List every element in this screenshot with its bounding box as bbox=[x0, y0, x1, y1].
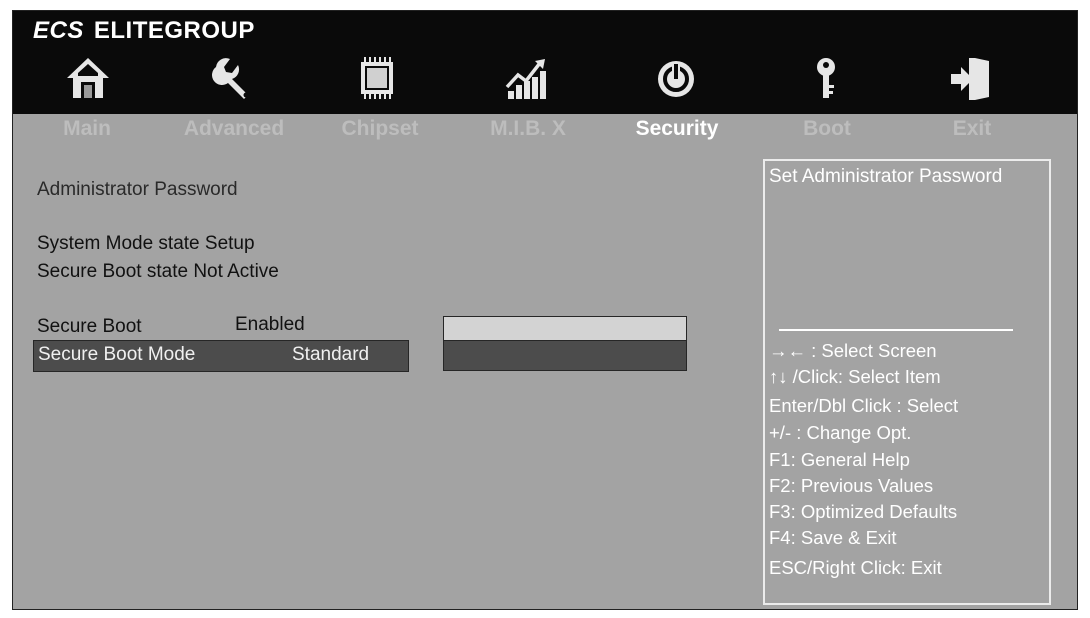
secure-boot-state-row: Secure Boot state Not Active bbox=[37, 261, 279, 283]
hint-select-item: ↑↓ /Click: Select Item bbox=[769, 366, 941, 387]
hint-optimized-defaults: F3: Optimized Defaults bbox=[769, 501, 958, 522]
brand-name: ELITEGROUP bbox=[93, 17, 255, 44]
secure-boot-mode-label: Secure Boot Mode bbox=[38, 344, 196, 365]
wrench-icon[interactable] bbox=[210, 55, 256, 101]
hint-save-exit: F4: Save & Exit bbox=[769, 527, 897, 548]
chip-icon[interactable] bbox=[354, 55, 400, 101]
option-box-light bbox=[443, 316, 687, 341]
hint-select-screen: →← : Select Screen bbox=[769, 340, 937, 361]
hint-general-help: F1: General Help bbox=[769, 449, 910, 470]
tab-mib-x[interactable]: M.I.B. X bbox=[490, 114, 566, 144]
hint-esc-exit: ESC/Right Click: Exit bbox=[769, 557, 942, 578]
secure-boot-state-label: Secure Boot state bbox=[37, 261, 189, 282]
tab-strip: Main Advanced Chipset M.I.B. X Security … bbox=[13, 114, 1077, 144]
power-icon[interactable] bbox=[653, 55, 699, 101]
exit-icon[interactable] bbox=[947, 55, 993, 101]
system-mode-row: System Mode state Setup bbox=[37, 233, 255, 255]
brand-logo: ECS ELITEGROUP bbox=[33, 17, 255, 45]
tab-main[interactable]: Main bbox=[63, 114, 111, 144]
hint-change-option: +/- : Change Opt. bbox=[769, 422, 912, 443]
performance-chart-icon[interactable] bbox=[504, 55, 550, 101]
secure-boot-value[interactable]: Enabled bbox=[235, 314, 305, 336]
system-mode-value: Setup bbox=[204, 233, 255, 254]
top-menu-bar: ECS ELITEGROUP bbox=[13, 11, 1077, 114]
tab-chipset[interactable]: Chipset bbox=[341, 114, 418, 144]
bios-window: ECS ELITEGROUP Main Advanced Chipset M.I… bbox=[12, 10, 1078, 610]
tab-exit[interactable]: Exit bbox=[953, 114, 992, 144]
hint-select: Enter/Dbl Click : Select bbox=[769, 395, 959, 416]
system-mode-label: System Mode state bbox=[37, 233, 200, 254]
secure-boot-mode-value[interactable]: Standard bbox=[292, 344, 369, 366]
home-icon[interactable] bbox=[65, 55, 111, 101]
secure-boot-label: Secure Boot bbox=[37, 316, 142, 337]
ecs-logo: ECS bbox=[33, 17, 84, 44]
help-divider bbox=[779, 329, 1013, 331]
help-title: Set Administrator Password bbox=[769, 166, 1003, 187]
secure-boot-state-value: Not Active bbox=[193, 261, 279, 282]
tab-boot[interactable]: Boot bbox=[803, 114, 851, 144]
option-box-dark bbox=[443, 340, 687, 371]
secure-boot-mode-row[interactable]: Secure Boot Mode Standard bbox=[33, 340, 409, 372]
administrator-password-item[interactable]: Administrator Password bbox=[37, 179, 238, 201]
tab-security[interactable]: Security bbox=[636, 114, 719, 144]
tab-advanced[interactable]: Advanced bbox=[184, 114, 284, 144]
help-panel: Set Administrator Password →← : Select S… bbox=[763, 159, 1051, 605]
key-icon[interactable] bbox=[803, 55, 849, 101]
hint-previous-values: F2: Previous Values bbox=[769, 475, 934, 496]
